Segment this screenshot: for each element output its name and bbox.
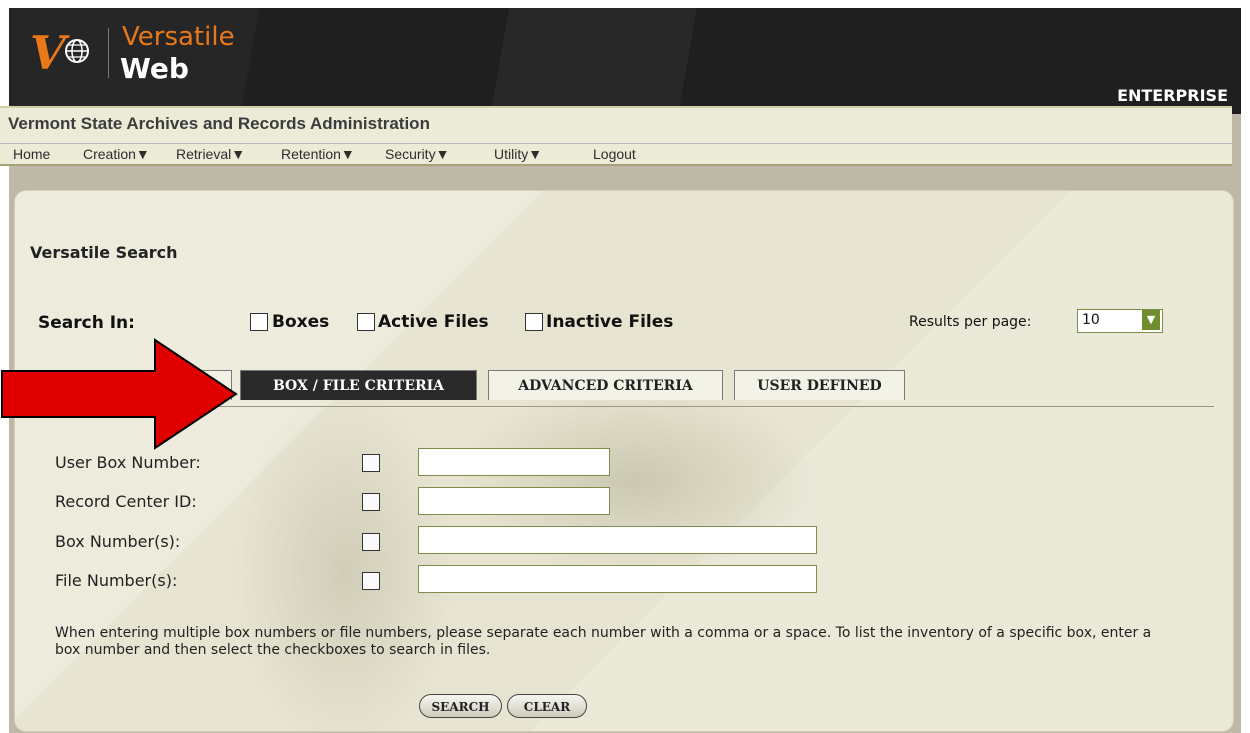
- user-box-number-input[interactable]: [418, 448, 610, 476]
- brand-name-top: Versatile: [122, 22, 235, 52]
- box-numbers-checkbox[interactable]: [362, 533, 380, 551]
- menu-item-utility[interactable]: Utility▼: [494, 146, 542, 162]
- search-button[interactable]: SEARCH: [419, 694, 502, 718]
- chevron-down-icon[interactable]: ▼: [1142, 310, 1160, 330]
- page-title: Versatile Search: [30, 243, 178, 262]
- user-box-number-label: User Box Number:: [55, 453, 201, 472]
- active-files-checkbox-label: Active Files: [378, 312, 489, 332]
- box-numbers-label: Box Number(s):: [55, 532, 181, 551]
- edition-label: ENTERPRISE: [1117, 86, 1228, 105]
- menu-item-security[interactable]: Security▼: [385, 146, 449, 162]
- boxes-checkbox-label: Boxes: [272, 312, 330, 332]
- record-center-id-label: Record Center ID:: [55, 492, 197, 511]
- active-files-checkbox[interactable]: [357, 313, 375, 331]
- tab-user-defined[interactable]: USER DEFINED: [734, 370, 905, 400]
- globe-icon: [65, 39, 89, 63]
- menu-item-creation[interactable]: Creation▼: [83, 146, 150, 162]
- menu-item-retrieval[interactable]: Retrieval▼: [176, 146, 245, 162]
- logo-divider: [108, 28, 109, 78]
- tab-box-file-criteria[interactable]: BOX / FILE CRITERIA: [240, 370, 477, 400]
- clear-button[interactable]: CLEAR: [507, 694, 587, 718]
- file-numbers-input[interactable]: [418, 565, 817, 593]
- file-numbers-label: File Number(s):: [55, 571, 178, 590]
- help-text: When entering multiple box numbers or fi…: [55, 625, 1152, 658]
- box-numbers-input[interactable]: [418, 526, 817, 554]
- record-center-id-input[interactable]: [418, 487, 610, 515]
- logo-mark: V: [30, 26, 66, 80]
- menu-item-home[interactable]: Home: [13, 146, 50, 162]
- user-box-number-checkbox[interactable]: [362, 454, 380, 472]
- results-per-page-label: Results per page:: [909, 314, 1032, 330]
- inactive-files-checkbox[interactable]: [525, 313, 543, 331]
- results-per-page-value: 10: [1082, 312, 1100, 328]
- brand-name-bottom: Web: [120, 52, 189, 85]
- menu-item-logout[interactable]: Logout: [593, 146, 636, 162]
- boxes-checkbox[interactable]: [250, 313, 268, 331]
- organization-name: Vermont State Archives and Records Admin…: [8, 114, 430, 133]
- record-center-id-checkbox[interactable]: [362, 493, 380, 511]
- file-numbers-checkbox[interactable]: [362, 572, 380, 590]
- inactive-files-checkbox-label: Inactive Files: [546, 312, 674, 332]
- search-in-label: Search In:: [38, 313, 135, 333]
- red-arrow-annotation: [1, 338, 238, 450]
- menu-item-retention[interactable]: Retention▼: [281, 146, 355, 162]
- tab-advanced-criteria[interactable]: ADVANCED CRITERIA: [488, 370, 723, 400]
